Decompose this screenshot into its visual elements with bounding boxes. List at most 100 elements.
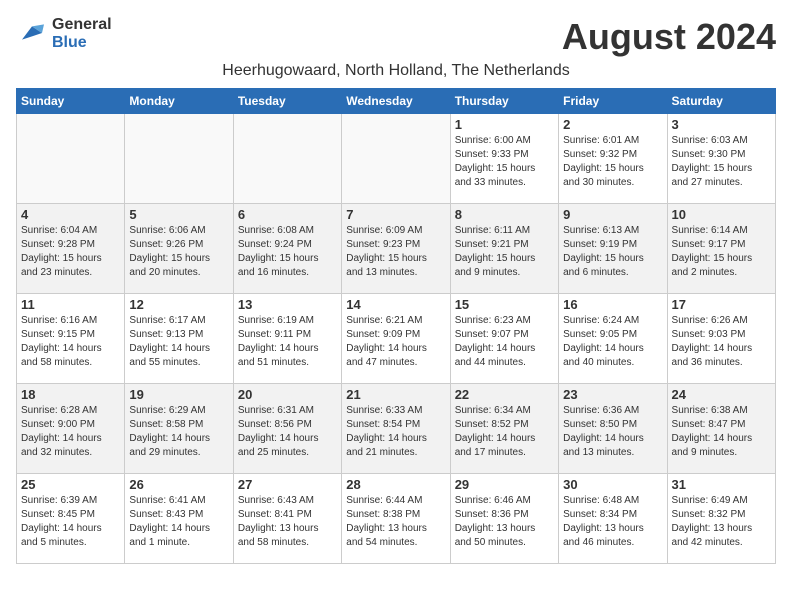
day-info: Sunrise: 6:34 AMSunset: 8:52 PMDaylight:… — [455, 404, 554, 460]
day-info: Sunrise: 6:11 AMSunset: 9:21 PMDaylight:… — [455, 224, 554, 280]
day-info: Sunrise: 6:17 AMSunset: 9:13 PMDaylight:… — [129, 314, 228, 370]
day-number: 29 — [455, 477, 554, 492]
day-number: 16 — [563, 297, 662, 312]
day-number: 8 — [455, 207, 554, 222]
day-number: 26 — [129, 477, 228, 492]
logo-blue-text: Blue — [52, 34, 112, 52]
weekday-header-friday: Friday — [559, 89, 667, 114]
weekday-header-wednesday: Wednesday — [342, 89, 450, 114]
day-info: Sunrise: 6:06 AMSunset: 9:26 PMDaylight:… — [129, 224, 228, 280]
day-number: 28 — [346, 477, 445, 492]
calendar-cell: 19 Sunrise: 6:29 AMSunset: 8:58 PMDayligh… — [125, 384, 233, 474]
calendar-cell: 26 Sunrise: 6:41 AMSunset: 8:43 PMDayligh… — [125, 474, 233, 564]
day-info: Sunrise: 6:39 AMSunset: 8:45 PMDaylight:… — [21, 494, 120, 550]
calendar-cell: 21Sunrise: 6:33 AMSunset: 8:54 PMDayligh… — [342, 384, 450, 474]
day-number: 3 — [672, 117, 771, 132]
day-number: 15 — [455, 297, 554, 312]
day-info: Sunrise: 6:38 AMSunset: 8:47 PMDaylight:… — [672, 404, 771, 460]
day-number: 1 — [455, 117, 554, 132]
logo-general-text: General — [52, 16, 112, 34]
calendar-cell: 31 Sunrise: 6:49 AMSunset: 8:32 PMDayligh… — [667, 474, 775, 564]
calendar-cell: 16 Sunrise: 6:24 AMSunset: 9:05 PMDayligh… — [559, 294, 667, 384]
calendar-cell: 18 Sunrise: 6:28 AMSunset: 9:00 PMDayligh… — [17, 384, 125, 474]
calendar-cell: 25Sunrise: 6:39 AMSunset: 8:45 PMDayligh… — [17, 474, 125, 564]
calendar-cell: 12 Sunrise: 6:17 AMSunset: 9:13 PMDayligh… — [125, 294, 233, 384]
day-info: Sunrise: 6:16 AMSunset: 9:15 PMDaylight:… — [21, 314, 120, 370]
calendar-cell: 20 Sunrise: 6:31 AMSunset: 8:56 PMDayligh… — [233, 384, 341, 474]
month-title: August 2024 — [562, 16, 776, 58]
weekday-header-row: SundayMondayTuesdayWednesdayThursdayFrid… — [17, 89, 776, 114]
logo: General Blue — [16, 16, 112, 51]
day-info: Sunrise: 6:03 AMSunset: 9:30 PMDaylight:… — [672, 134, 771, 190]
calendar-cell: 2 Sunrise: 6:01 AMSunset: 9:32 PMDaylight… — [559, 114, 667, 204]
day-number: 7 — [346, 207, 445, 222]
calendar-cell: 3 Sunrise: 6:03 AMSunset: 9:30 PMDaylight… — [667, 114, 775, 204]
day-info: Sunrise: 6:24 AMSunset: 9:05 PMDaylight:… — [563, 314, 662, 370]
day-number: 31 — [672, 477, 771, 492]
day-info: Sunrise: 6:00 AMSunset: 9:33 PMDaylight:… — [455, 134, 554, 190]
day-info: Sunrise: 6:04 AMSunset: 9:28 PMDaylight:… — [21, 224, 120, 280]
calendar-cell: 13Sunrise: 6:19 AMSunset: 9:11 PMDayligh… — [233, 294, 341, 384]
calendar-cell: 10 Sunrise: 6:14 AMSunset: 9:17 PMDayligh… — [667, 204, 775, 294]
day-number: 5 — [129, 207, 228, 222]
day-number: 2 — [563, 117, 662, 132]
day-number: 30 — [563, 477, 662, 492]
weekday-header-thursday: Thursday — [450, 89, 558, 114]
calendar-cell — [342, 114, 450, 204]
calendar-cell: 1 Sunrise: 6:00 AMSunset: 9:33 PMDaylight… — [450, 114, 558, 204]
day-number: 24 — [672, 387, 771, 402]
calendar-cell — [17, 114, 125, 204]
calendar-week-row: 1 Sunrise: 6:00 AMSunset: 9:33 PMDaylight… — [17, 114, 776, 204]
header: General Blue August 2024 — [16, 16, 776, 58]
calendar-cell: 29 Sunrise: 6:46 AMSunset: 8:36 PMDayligh… — [450, 474, 558, 564]
calendar-cell: 14 Sunrise: 6:21 AMSunset: 9:09 PMDayligh… — [342, 294, 450, 384]
day-number: 19 — [129, 387, 228, 402]
day-info: Sunrise: 6:28 AMSunset: 9:00 PMDaylight:… — [21, 404, 120, 460]
day-number: 21 — [346, 387, 445, 402]
day-info: Sunrise: 6:31 AMSunset: 8:56 PMDaylight:… — [238, 404, 337, 460]
day-number: 18 — [21, 387, 120, 402]
calendar-cell — [125, 114, 233, 204]
day-number: 27 — [238, 477, 337, 492]
day-info: Sunrise: 6:08 AMSunset: 9:24 PMDaylight:… — [238, 224, 337, 280]
day-number: 14 — [346, 297, 445, 312]
day-info: Sunrise: 6:44 AMSunset: 8:38 PMDaylight:… — [346, 494, 445, 550]
weekday-header-saturday: Saturday — [667, 89, 775, 114]
calendar-cell: 30Sunrise: 6:48 AMSunset: 8:34 PMDayligh… — [559, 474, 667, 564]
calendar-cell — [233, 114, 341, 204]
calendar-cell: 24 Sunrise: 6:38 AMSunset: 8:47 PMDayligh… — [667, 384, 775, 474]
day-info: Sunrise: 6:41 AMSunset: 8:43 PMDaylight:… — [129, 494, 228, 550]
day-info: Sunrise: 6:46 AMSunset: 8:36 PMDaylight:… — [455, 494, 554, 550]
day-number: 11 — [21, 297, 120, 312]
weekday-header-sunday: Sunday — [17, 89, 125, 114]
calendar-cell: 15Sunrise: 6:23 AMSunset: 9:07 PMDayligh… — [450, 294, 558, 384]
calendar-subtitle: Heerhugowaard, North Holland, The Nether… — [16, 62, 776, 80]
day-number: 10 — [672, 207, 771, 222]
day-number: 23 — [563, 387, 662, 402]
calendar-cell: 27 Sunrise: 6:43 AMSunset: 8:41 PMDayligh… — [233, 474, 341, 564]
day-info: Sunrise: 6:21 AMSunset: 9:09 PMDaylight:… — [346, 314, 445, 370]
calendar-cell: 5 Sunrise: 6:06 AMSunset: 9:26 PMDaylight… — [125, 204, 233, 294]
weekday-header-tuesday: Tuesday — [233, 89, 341, 114]
day-number: 12 — [129, 297, 228, 312]
day-number: 22 — [455, 387, 554, 402]
day-info: Sunrise: 6:14 AMSunset: 9:17 PMDaylight:… — [672, 224, 771, 280]
day-number: 9 — [563, 207, 662, 222]
calendar-week-row: 11 Sunrise: 6:16 AMSunset: 9:15 PMDayligh… — [17, 294, 776, 384]
day-number: 6 — [238, 207, 337, 222]
weekday-header-monday: Monday — [125, 89, 233, 114]
day-info: Sunrise: 6:49 AMSunset: 8:32 PMDaylight:… — [672, 494, 771, 550]
calendar-week-row: 18 Sunrise: 6:28 AMSunset: 9:00 PMDayligh… — [17, 384, 776, 474]
calendar-cell: 17Sunrise: 6:26 AMSunset: 9:03 PMDayligh… — [667, 294, 775, 384]
day-number: 20 — [238, 387, 337, 402]
day-info: Sunrise: 6:13 AMSunset: 9:19 PMDaylight:… — [563, 224, 662, 280]
calendar-cell: 23Sunrise: 6:36 AMSunset: 8:50 PMDayligh… — [559, 384, 667, 474]
day-info: Sunrise: 6:29 AMSunset: 8:58 PMDaylight:… — [129, 404, 228, 460]
calendar-cell: 7Sunrise: 6:09 AMSunset: 9:23 PMDaylight… — [342, 204, 450, 294]
day-info: Sunrise: 6:26 AMSunset: 9:03 PMDaylight:… — [672, 314, 771, 370]
day-info: Sunrise: 6:01 AMSunset: 9:32 PMDaylight:… — [563, 134, 662, 190]
day-info: Sunrise: 6:19 AMSunset: 9:11 PMDaylight:… — [238, 314, 337, 370]
day-info: Sunrise: 6:43 AMSunset: 8:41 PMDaylight:… — [238, 494, 337, 550]
calendar-week-row: 4Sunrise: 6:04 AMSunset: 9:28 PMDaylight… — [17, 204, 776, 294]
logo-bird-icon — [16, 23, 48, 43]
